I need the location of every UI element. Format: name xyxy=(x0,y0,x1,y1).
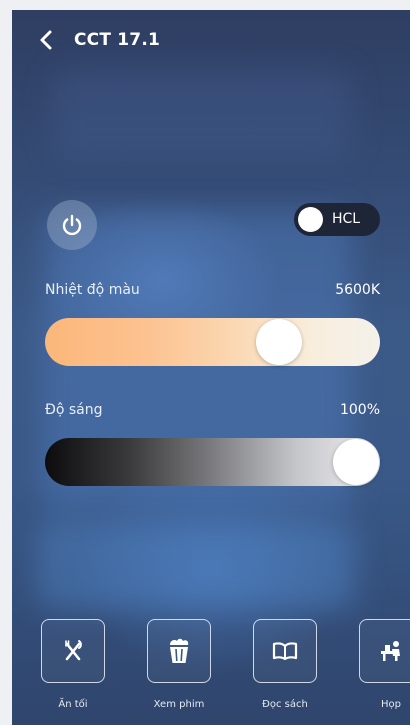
background-blur-bottom xyxy=(37,520,357,610)
scene-dinner-tile xyxy=(41,619,105,683)
scene-meeting-tile xyxy=(359,619,410,683)
scene-meeting-label: Họp xyxy=(381,699,401,710)
color-temperature-slider[interactable] xyxy=(45,318,380,366)
scene-reading-button[interactable]: Đọc sách xyxy=(253,619,317,710)
page-title: CCT 17.1 xyxy=(74,30,161,50)
scene-dinner-label: Ăn tối xyxy=(58,699,88,710)
scene-movie-button[interactable]: Xem phim xyxy=(147,619,211,710)
scene-dinner-button[interactable]: Ăn tối xyxy=(41,619,105,710)
scene-reading-tile xyxy=(253,619,317,683)
scene-bar: Ăn tối Xem phim Đọc sách Họp xyxy=(12,615,410,725)
back-button[interactable] xyxy=(36,28,58,52)
hcl-toggle[interactable]: HCL xyxy=(294,203,380,236)
brightness-slider[interactable] xyxy=(45,438,380,486)
meeting-desk-icon xyxy=(381,641,400,661)
scene-reading-label: Đọc sách xyxy=(262,699,308,710)
scene-movie-tile xyxy=(147,619,211,683)
header: CCT 17.1 xyxy=(12,10,410,74)
open-book-icon xyxy=(272,642,298,661)
hcl-toggle-label: HCL xyxy=(332,211,361,227)
brightness-value: 100% xyxy=(339,402,380,418)
chevron-left-icon xyxy=(40,30,52,50)
scene-meeting-button[interactable]: Họp xyxy=(359,619,410,710)
color-temperature-label: Nhiệt độ màu xyxy=(45,282,140,298)
hcl-toggle-knob xyxy=(298,207,323,232)
scene-movie-label: Xem phim xyxy=(153,699,205,710)
popcorn-icon xyxy=(170,638,189,663)
color-temperature-slider-thumb[interactable] xyxy=(255,319,302,365)
brightness-slider-thumb[interactable] xyxy=(333,439,379,485)
background-blur-top xyxy=(52,70,352,160)
color-temperature-value: 5600K xyxy=(335,282,380,298)
brightness-label: Độ sáng xyxy=(45,402,103,418)
power-button[interactable] xyxy=(47,200,97,250)
screen: CCT 17.1 HCL Nhiệt độ màu 5600K Độ sáng … xyxy=(12,10,410,725)
power-icon xyxy=(62,214,82,236)
fork-knife-icon xyxy=(65,640,82,661)
